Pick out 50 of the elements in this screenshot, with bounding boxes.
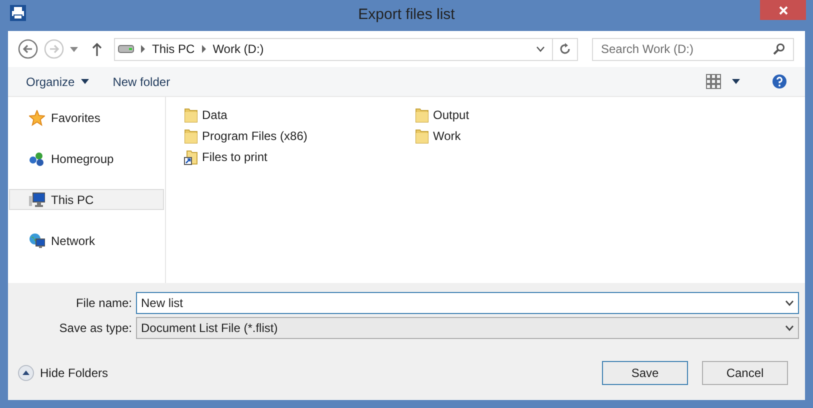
dropdown-caret-icon[interactable]	[732, 79, 740, 84]
printer-icon	[10, 5, 26, 21]
help-icon[interactable]	[772, 74, 787, 89]
file-item[interactable]: Output	[415, 104, 474, 125]
breadcrumb-item[interactable]: Work (D:)	[212, 40, 264, 58]
shortcut-folder-icon	[184, 148, 198, 164]
window-title: Export files list	[358, 5, 455, 26]
file-item[interactable]: Program Files (x86)	[184, 125, 312, 146]
hide-folders-label: Hide Folders	[40, 364, 108, 382]
folder-icon	[184, 128, 198, 144]
hide-folders-button[interactable]: Hide Folders	[18, 364, 108, 382]
breadcrumb-item[interactable]: This PC	[152, 40, 195, 58]
sidebar-item[interactable]: Homegroup	[9, 148, 164, 169]
search-icon	[773, 43, 785, 55]
chevron-right-icon[interactable]	[202, 45, 206, 53]
input-field[interactable]: New list	[136, 292, 799, 314]
dialog-button[interactable]: Cancel	[702, 360, 788, 384]
view-grid-icon[interactable]	[706, 74, 722, 90]
folder-icon	[184, 106, 198, 122]
folder-icon	[415, 106, 429, 122]
caret-icon	[80, 79, 89, 84]
field-label: File name:	[74, 295, 133, 312]
collapse-icon	[18, 364, 34, 380]
up-arrow-icon[interactable]	[92, 42, 102, 56]
file-item[interactable]: Work	[415, 125, 465, 146]
file-item[interactable]: Data	[184, 104, 232, 125]
search-field[interactable]: Search Work (D:)	[592, 38, 794, 60]
field-label: Save as type:	[58, 320, 133, 337]
chevron-down-icon[interactable]	[785, 300, 794, 306]
dialog-button[interactable]: Save	[602, 360, 688, 384]
sidebar-item[interactable]: This PC	[9, 189, 164, 210]
address-bar[interactable]: This PC Work (D:)	[114, 38, 578, 60]
star-icon	[29, 110, 45, 126]
drive-icon	[118, 45, 134, 53]
close-button[interactable]	[760, 0, 806, 20]
close-icon	[778, 6, 788, 14]
organize-button[interactable]: Organize	[18, 72, 97, 90]
refresh-icon[interactable]	[559, 43, 571, 55]
sidebar-item[interactable]: Network	[9, 230, 164, 251]
chevron-down-icon[interactable]	[536, 46, 545, 52]
sidebar-item[interactable]: Favorites	[9, 107, 164, 128]
globe-monitor-icon	[29, 232, 45, 248]
dropdown-field[interactable]: Document List File (*.flist)	[136, 317, 799, 339]
chevron-right-icon[interactable]	[141, 45, 145, 53]
new-folder-button[interactable]: New folder	[104, 72, 178, 90]
folder-icon	[415, 128, 429, 144]
file-item[interactable]: Files to print	[184, 146, 272, 167]
network-nodes-icon	[29, 150, 45, 166]
chevron-down-icon[interactable]	[785, 325, 794, 331]
computer-icon	[29, 192, 45, 208]
